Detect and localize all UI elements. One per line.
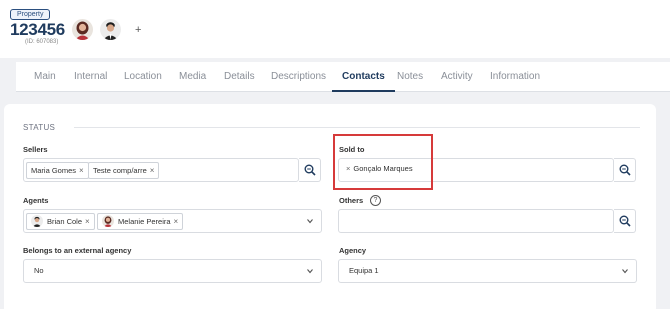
zoom-search-icon: [619, 164, 631, 176]
property-header: Property 123456 (ID: 607083) +: [0, 0, 670, 58]
zoom-search-icon: [304, 164, 316, 176]
chevron-down-icon: [307, 269, 313, 274]
agent-chip-label: Melanie Pereira: [118, 217, 171, 226]
tab-main[interactable]: Main: [34, 62, 56, 92]
others-search-button[interactable]: [614, 209, 636, 233]
avatar: [31, 215, 43, 228]
others-label: Others: [339, 196, 364, 205]
tab-media[interactable]: Media: [179, 62, 206, 92]
external-agency-label: Belongs to an external agency: [23, 246, 132, 255]
agent-chip: Brian Cole ×: [26, 213, 95, 230]
property-id: (ID: 607083): [25, 39, 59, 45]
others-field[interactable]: [338, 209, 614, 233]
agents-label: Agents: [23, 196, 49, 205]
section-divider: [74, 127, 640, 128]
external-agency-value: No: [34, 266, 44, 275]
external-agency-select[interactable]: No: [23, 259, 322, 283]
tab-information[interactable]: Information: [490, 62, 540, 92]
add-contact-button[interactable]: +: [135, 24, 141, 36]
avatar: [102, 215, 114, 228]
avatar-male[interactable]: [100, 19, 121, 40]
tab-details[interactable]: Details: [224, 62, 255, 92]
agents-field[interactable]: Brian Cole × Melanie Pereira ×: [23, 209, 322, 233]
tab-activity[interactable]: Activity: [441, 62, 473, 92]
agent-chip-label: Brian Cole: [47, 217, 83, 226]
highlight-box: [333, 134, 433, 190]
property-number: 123456: [10, 20, 65, 39]
tab-location[interactable]: Location: [124, 62, 162, 92]
seller-chip-label: Teste comp/arre: [93, 166, 147, 175]
agency-label: Agency: [339, 246, 367, 255]
help-icon[interactable]: ?: [370, 195, 381, 206]
sellers-label: Sellers: [23, 145, 48, 154]
tab-contacts[interactable]: Contacts: [332, 62, 395, 92]
tab-internal[interactable]: Internal: [74, 62, 107, 92]
property-badge: Property: [10, 9, 51, 20]
seller-chip-label: Maria Gomes: [31, 166, 77, 175]
sellers-search-button[interactable]: [299, 158, 321, 182]
tab-descriptions[interactable]: Descriptions: [271, 62, 326, 92]
agent-chip: Melanie Pereira ×: [97, 213, 184, 230]
agency-value: Equipa 1: [349, 266, 379, 275]
avatar-female[interactable]: [72, 19, 93, 40]
zoom-search-icon: [619, 215, 631, 227]
remove-chip-icon[interactable]: ×: [150, 166, 155, 175]
chevron-down-icon: [622, 269, 628, 274]
section-title: STATUS: [23, 123, 56, 132]
seller-chip: Maria Gomes ×: [26, 162, 89, 179]
remove-chip-icon[interactable]: ×: [85, 217, 90, 226]
remove-chip-icon[interactable]: ×: [79, 166, 84, 175]
tab-bar: Main Internal Location Media Details Des…: [16, 62, 670, 92]
tab-notes[interactable]: Notes: [397, 62, 423, 92]
chevron-down-icon[interactable]: [307, 218, 313, 224]
remove-chip-icon[interactable]: ×: [174, 217, 179, 226]
seller-chip: Teste comp/arre ×: [88, 162, 160, 179]
sold-to-search-button[interactable]: [614, 158, 636, 182]
sellers-field[interactable]: Maria Gomes × Teste comp/arre ×: [23, 158, 299, 182]
agency-select[interactable]: Equipa 1: [338, 259, 637, 283]
